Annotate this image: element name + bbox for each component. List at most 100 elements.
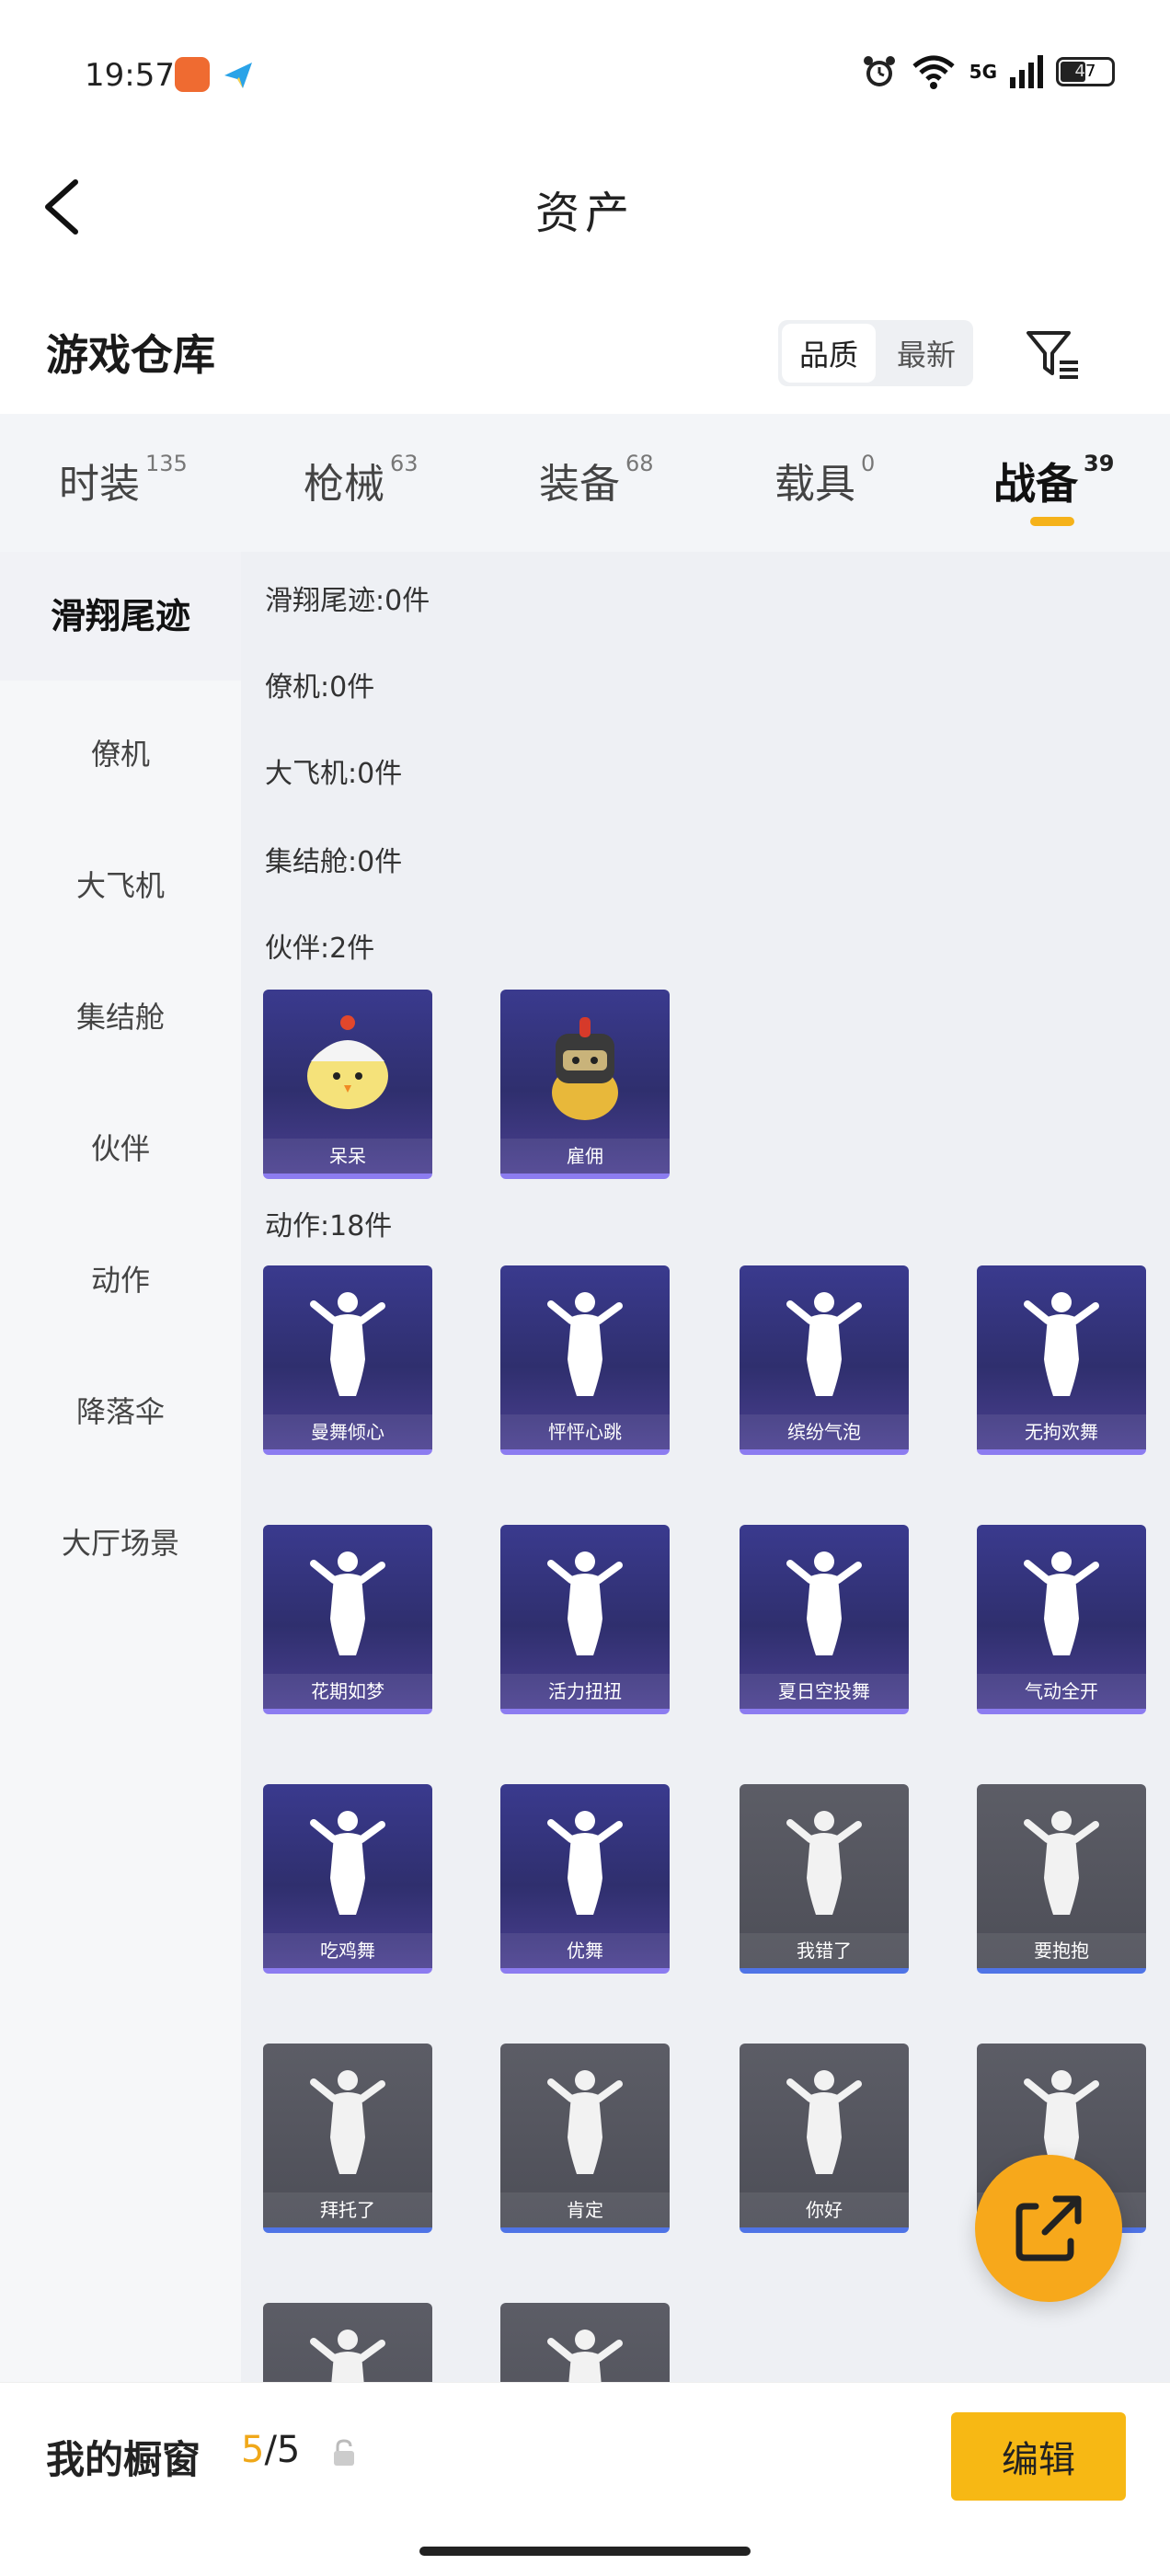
dance-pose-icon: [774, 2064, 875, 2187]
action-card[interactable]: 拜托了: [263, 2044, 432, 2233]
action-card[interactable]: 我错了: [740, 1784, 909, 1974]
sidebar-item-glide-trail[interactable]: 滑翔尾迹: [0, 552, 241, 681]
sort-toggle: 品质 最新: [778, 320, 973, 386]
dance-pose-icon: [1011, 1545, 1112, 1668]
tab-label: 枪械: [304, 461, 384, 508]
item-name: 要抱抱: [977, 1933, 1146, 1968]
app-notification-icon: [175, 57, 210, 92]
sidebar-item-action[interactable]: 动作: [0, 1257, 241, 1299]
action-card[interactable]: 怦怦心跳: [500, 1265, 670, 1455]
showcase-count-current: 5: [241, 2429, 265, 2471]
sidebar-item-partner[interactable]: 伙伴: [0, 1126, 241, 1168]
sidebar: 滑翔尾迹 僚机 大飞机 集结舱 伙伴 动作 降落伞 大厅场景: [0, 552, 241, 2382]
sidebar-item-wingman[interactable]: 僚机: [0, 731, 241, 773]
sidebar-item-lobby-scene[interactable]: 大厅场景: [0, 1520, 241, 1563]
item-content: 滑翔尾迹:0件 僚机:0件 大飞机:0件 集结舱:0件 伙伴:2件 呆呆 雇佣 …: [241, 552, 1170, 2382]
chick-partner-icon: [307, 1015, 388, 1109]
tab-label: 载具: [774, 461, 855, 508]
item-name: 呆呆: [263, 1139, 432, 1174]
group-label-assembly-pod: 集结舱:0件: [265, 846, 403, 878]
dance-pose-icon: [297, 2064, 398, 2187]
action-card[interactable]: 你好: [740, 2044, 909, 2233]
dance-pose-icon: [534, 2323, 636, 2382]
action-card[interactable]: 花期如梦: [263, 1525, 432, 1714]
showcase-count: 5/5: [241, 2429, 300, 2471]
edit-button[interactable]: 编辑: [951, 2412, 1126, 2501]
action-card[interactable]: 夏日空投舞: [740, 1525, 909, 1714]
filter-icon: [1027, 331, 1078, 379]
group-label-partner: 伙伴:2件: [265, 933, 375, 965]
lock-icon: [334, 2439, 354, 2466]
action-card[interactable]: 缤纷气泡: [740, 1265, 909, 1455]
sidebar-item-big-plane[interactable]: 大飞机: [0, 863, 241, 905]
action-card[interactable]: 肯定: [500, 2044, 670, 2233]
action-card[interactable]: 要抱抱: [977, 1784, 1146, 1974]
filter-button[interactable]: [1023, 326, 1082, 384]
dance-pose-icon: [297, 2323, 398, 2382]
item-name: 肯定: [500, 2192, 670, 2227]
status-icons: 5G 47: [861, 53, 1115, 90]
sidebar-item-parachute[interactable]: 降落伞: [0, 1389, 241, 1431]
item-name: 花期如梦: [263, 1674, 432, 1709]
battery-icon: 47: [1056, 57, 1115, 86]
item-name: 优舞: [500, 1933, 670, 1968]
item-name: 缤纷气泡: [740, 1414, 909, 1449]
tab-label: 时装: [59, 461, 140, 508]
home-indicator: [419, 2547, 751, 2556]
item-name: 你好: [740, 2192, 909, 2227]
dance-pose-icon: [774, 1286, 875, 1409]
battery-level: 47: [1074, 62, 1096, 81]
top-nav: 资产: [0, 147, 1170, 267]
action-card[interactable]: 气动全开: [977, 1525, 1146, 1714]
tab-weapons[interactable]: 枪械 63: [304, 451, 419, 509]
item-name: 怦怦心跳: [500, 1414, 670, 1449]
tab-fashion[interactable]: 时装 135: [59, 451, 188, 509]
status-bar: 19:57 5G 47: [0, 0, 1170, 147]
group-label-wingman: 僚机:0件: [265, 671, 375, 704]
action-card[interactable]: 曼舞倾心: [263, 1265, 432, 1455]
dance-pose-icon: [534, 2064, 636, 2187]
action-card[interactable]: 活力扭扭: [500, 1525, 670, 1714]
tab-count: 135: [145, 451, 188, 476]
action-card[interactable]: [500, 2303, 670, 2382]
share-button[interactable]: [975, 2155, 1122, 2302]
tab-count: 39: [1084, 451, 1115, 476]
action-card[interactable]: 吃鸡舞: [263, 1784, 432, 1974]
dance-pose-icon: [534, 1286, 636, 1409]
group-label-big-plane: 大飞机:0件: [265, 758, 403, 790]
dance-pose-icon: [297, 1286, 398, 1409]
partner-card[interactable]: 雇佣: [500, 990, 670, 1179]
tab-vehicles[interactable]: 载具 0: [774, 451, 875, 509]
partner-card[interactable]: 呆呆: [263, 990, 432, 1179]
group-label-action: 动作:18件: [265, 1210, 393, 1242]
tab-count: 0: [861, 451, 876, 476]
dance-pose-icon: [1011, 1804, 1112, 1928]
page-title: 资产: [534, 188, 635, 239]
tab-equipment[interactable]: 装备 68: [539, 451, 654, 509]
sidebar-item-assembly-pod[interactable]: 集结舱: [0, 994, 241, 1036]
sort-newest-button[interactable]: 最新: [879, 320, 973, 386]
showcase-label: 我的橱窗: [46, 2437, 201, 2482]
sort-quality-button[interactable]: 品质: [782, 324, 876, 383]
item-name: 拜托了: [263, 2192, 432, 2227]
action-card[interactable]: 无拘欢舞: [977, 1265, 1146, 1455]
dance-pose-icon: [1011, 1286, 1112, 1409]
section-title: 游戏仓库: [46, 330, 215, 380]
signal-icon: [1010, 55, 1043, 88]
share-external-icon: [1015, 2195, 1082, 2261]
tab-label: 装备: [539, 461, 620, 508]
item-name: 雇佣: [500, 1139, 670, 1174]
dance-pose-icon: [297, 1804, 398, 1928]
tab-count: 68: [625, 451, 654, 476]
status-time: 19:57: [85, 57, 175, 94]
action-card[interactable]: 优舞: [500, 1784, 670, 1974]
item-name: 吃鸡舞: [263, 1933, 432, 1968]
item-name: 我错了: [740, 1933, 909, 1968]
action-card[interactable]: [263, 2303, 432, 2382]
paper-plane-icon: [221, 57, 256, 92]
alarm-icon: [863, 56, 895, 86]
dance-pose-icon: [297, 1545, 398, 1668]
tab-battle-prep[interactable]: 战备 39: [993, 451, 1114, 511]
dance-pose-icon: [534, 1545, 636, 1668]
tab-count: 63: [390, 451, 419, 476]
